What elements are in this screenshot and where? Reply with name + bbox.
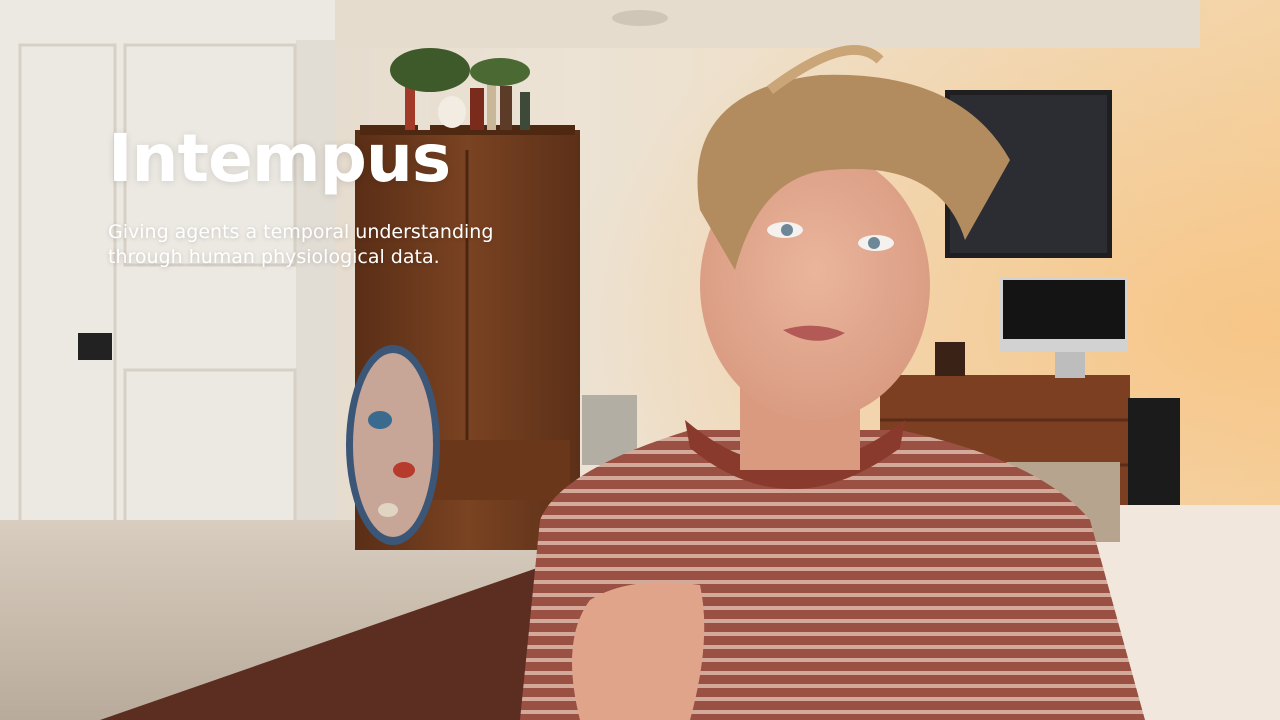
overlay-subtitle-line-1: Giving agents a temporal understanding: [108, 220, 494, 243]
surfboard: [346, 345, 440, 545]
closet-doors: [0, 0, 336, 560]
title-overlay: Intempus Giving agents a temporal unders…: [108, 120, 668, 269]
bedroom-scene: [0, 0, 1280, 720]
overlay-subtitle: Giving agents a temporal understanding t…: [108, 220, 668, 269]
video-frame: Intempus Giving agents a temporal unders…: [0, 0, 1280, 720]
overlay-title: Intempus: [108, 120, 451, 197]
overlay-subtitle-line-2: through human physiological data.: [108, 245, 440, 268]
